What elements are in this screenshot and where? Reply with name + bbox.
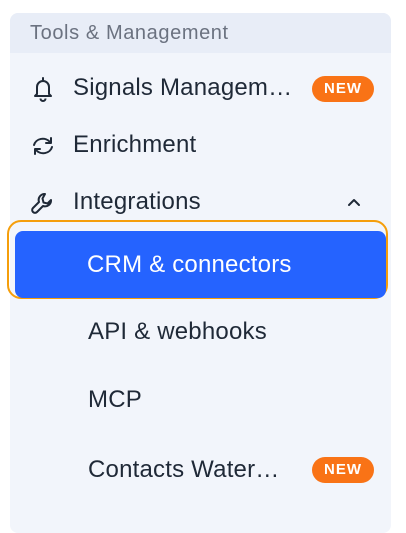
sidebar-subitem-label: Contacts Water… (88, 456, 280, 483)
sidebar-item-label: Enrichment (73, 131, 197, 158)
sidebar-subitem-mcp[interactable]: MCP (10, 370, 391, 430)
sidebar-subitem-label: CRM & connectors (87, 251, 292, 278)
sidebar-item-label: Signals Managem… (73, 74, 293, 101)
refresh-icon (30, 133, 56, 159)
bell-icon (30, 76, 56, 102)
sidebar-item-signals-management[interactable]: Signals Managem… NEW (10, 62, 391, 116)
new-badge: NEW (312, 76, 374, 102)
sidebar-subitem-api-webhooks[interactable]: API & webhooks (10, 302, 391, 362)
chevron-up-icon[interactable] (345, 194, 363, 212)
sidebar-subitem-label: API & webhooks (88, 318, 267, 345)
sidebar-subitem-contacts-water[interactable]: Contacts Water… NEW (10, 440, 391, 500)
sidebar-item-label: Integrations (73, 188, 201, 215)
section-header-tools-management: Tools & Management (10, 13, 391, 53)
sidebar-subitem-crm-connectors[interactable]: CRM & connectors (15, 231, 386, 298)
sidebar-item-enrichment[interactable]: Enrichment (10, 119, 391, 173)
sidebar-subitem-label: MCP (88, 386, 142, 413)
wrench-icon (30, 190, 56, 216)
new-badge: NEW (312, 457, 374, 483)
sidebar-panel: Tools & Management Signals Managem… NEW … (7, 13, 391, 533)
